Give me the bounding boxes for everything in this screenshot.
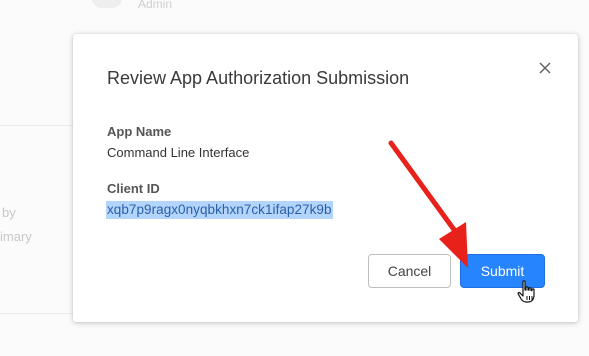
divider [0,313,74,314]
background-text: by [2,205,16,220]
client-id-value[interactable]: xqb7p9ragx0nyqbkhxn7ck1ifap27k9b [106,201,333,219]
modal-title: Review App Authorization Submission [107,68,410,88]
app-name-label: App Name [107,124,172,139]
background-text: imary [0,229,32,244]
hand-pointer-icon [517,280,535,303]
cancel-button[interactable]: Cancel [368,254,451,288]
app-name-value: Command Line Interface [107,145,250,160]
user-role-label: Admin [138,0,173,11]
client-id-label: Client ID [107,181,160,196]
client-id-selected-text[interactable]: xqb7p9ragx0nyqbkhxn7ck1ifap27k9b [106,201,333,219]
close-icon [539,62,551,74]
close-button[interactable] [535,58,555,78]
review-authorization-modal: Review App Authorization Submission App … [73,34,578,322]
divider [0,125,74,126]
